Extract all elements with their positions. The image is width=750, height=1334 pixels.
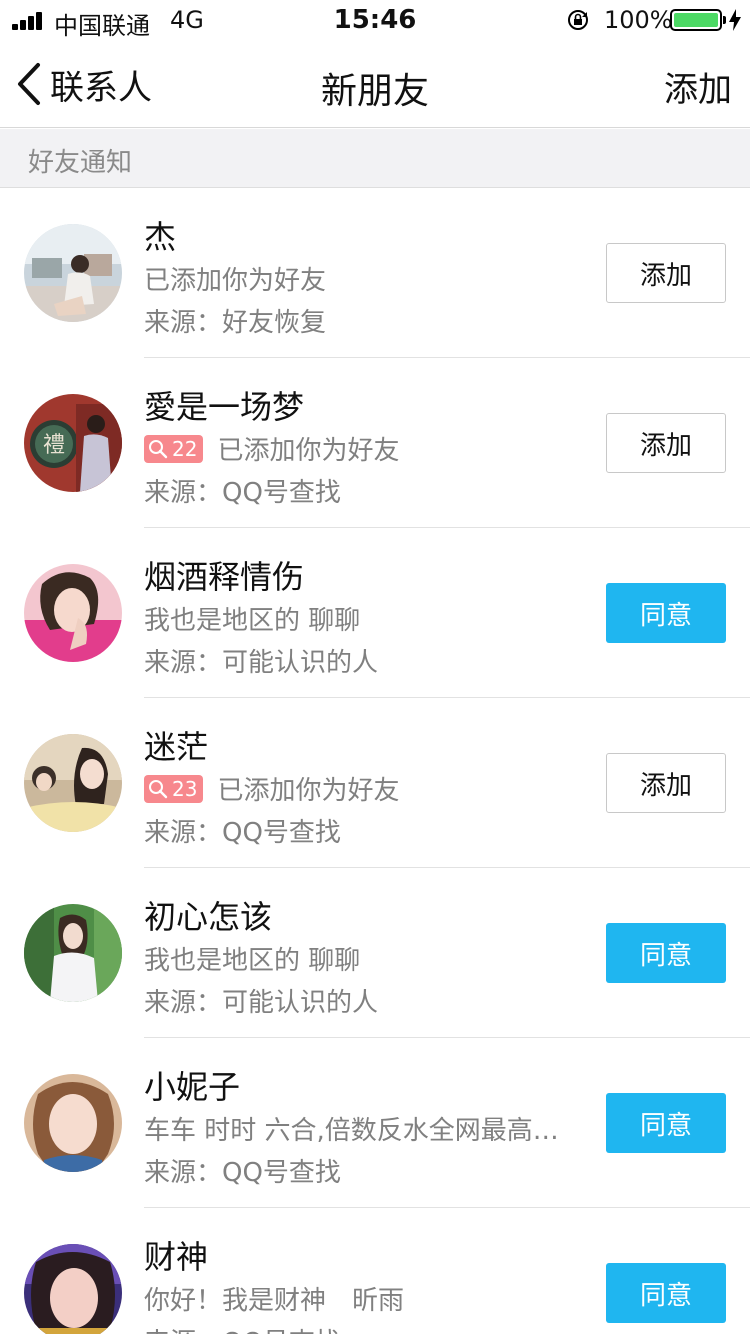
avatar[interactable]: 禮 (24, 394, 122, 492)
request-message: 车车 时时 六合,倍数反水全网最高… (144, 1116, 559, 1146)
request-message: 我也是地区的 聊聊 (144, 946, 361, 976)
friend-request-row[interactable]: 财神 你好！我是财神 昕雨 来源：QQ号查找 同意 (0, 1208, 750, 1334)
request-source: 来源：可能认识的人 (144, 648, 379, 678)
friend-request-list: 杰 已添加你为好友 来源：好友恢复 添加 禮 愛是一场梦 22 已添加你为好友 … (0, 188, 750, 1334)
request-message: 你好！我是财神 昕雨 (144, 1286, 405, 1316)
battery-percentage: 100% (604, 6, 673, 34)
avatar[interactable] (24, 904, 122, 1002)
add-button[interactable]: 添加 (606, 413, 726, 473)
friend-request-row[interactable]: 小妮子 车车 时时 六合,倍数反水全网最高… 来源：QQ号查找 同意 (0, 1038, 750, 1208)
avatar[interactable] (24, 734, 122, 832)
request-source: 来源：QQ号查找 (144, 478, 341, 508)
request-source: 来源：QQ号查找 (144, 818, 341, 848)
request-message: 我也是地区的 聊聊 (144, 606, 361, 636)
search-badge: 23 (144, 774, 204, 803)
contact-name: 迷茫 (144, 728, 209, 766)
svg-text:禮: 禮 (43, 433, 65, 458)
friend-request-row[interactable]: 烟酒释情伤 我也是地区的 聊聊 来源：可能认识的人 同意 (0, 528, 750, 698)
request-source: 来源：好友恢复 (144, 308, 327, 338)
friend-request-row[interactable]: 初心怎该 我也是地区的 聊聊 来源：可能认识的人 同意 (0, 868, 750, 1038)
accept-button[interactable]: 同意 (606, 923, 726, 983)
friend-request-row[interactable]: 禮 愛是一场梦 22 已添加你为好友 来源：QQ号查找 添加 (0, 358, 750, 528)
contact-name: 杰 (144, 218, 177, 256)
request-message: 已添加你为好友 (217, 776, 400, 806)
contact-name: 小妮子 (144, 1068, 241, 1106)
section-title: 好友通知 (28, 148, 133, 178)
avatar[interactable] (24, 564, 122, 662)
section-header: 好友通知 (0, 129, 750, 188)
contact-name: 愛是一场梦 (144, 388, 305, 426)
battery-icon (670, 9, 726, 31)
search-badge: 22 (144, 434, 204, 463)
contact-name: 初心怎该 (144, 898, 273, 936)
avatar[interactable] (24, 1244, 122, 1334)
avatar[interactable] (24, 1074, 122, 1172)
page-title: 新朋友 (320, 71, 429, 112)
contact-name: 财神 (144, 1238, 209, 1276)
badge-count: 23 (172, 776, 198, 801)
avatar[interactable] (24, 224, 122, 322)
add-friend-button[interactable]: 添加 (664, 62, 732, 111)
badge-count: 22 (172, 436, 198, 461)
contact-name: 烟酒释情伤 (144, 558, 305, 596)
request-source: 来源：QQ号查找 (144, 1158, 341, 1188)
search-icon (149, 439, 168, 458)
request-source: 来源：QQ号查找 (144, 1322, 341, 1334)
navigation-bar: 联系人 新朋友 添加 (0, 40, 750, 128)
accept-button[interactable]: 同意 (606, 583, 726, 643)
friend-request-row[interactable]: 迷茫 23 已添加你为好友 来源：QQ号查找 添加 (0, 698, 750, 868)
status-bar: 中国联通 4G 15:46 100% (0, 0, 750, 40)
rotation-lock-icon (568, 10, 588, 30)
add-button[interactable]: 添加 (606, 243, 726, 303)
accept-button[interactable]: 同意 (606, 1263, 726, 1323)
search-icon (149, 779, 168, 798)
add-button[interactable]: 添加 (606, 753, 726, 813)
request-source: 来源：可能认识的人 (144, 988, 379, 1018)
charging-bolt-icon (729, 9, 741, 31)
accept-button[interactable]: 同意 (606, 1093, 726, 1153)
request-message: 已添加你为好友 (144, 266, 327, 296)
request-message: 已添加你为好友 (217, 436, 400, 466)
friend-request-row[interactable]: 杰 已添加你为好友 来源：好友恢复 添加 (0, 188, 750, 358)
